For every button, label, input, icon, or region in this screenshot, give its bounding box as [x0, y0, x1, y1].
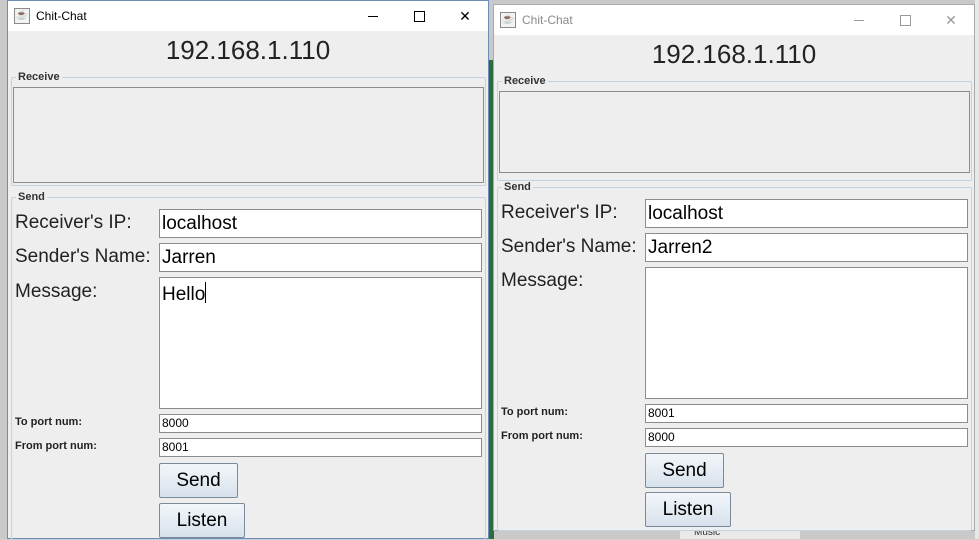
receiver-ip-input[interactable]: localhost [159, 209, 482, 238]
minimize-icon [854, 19, 864, 21]
close-button[interactable]: ✕ [928, 5, 974, 35]
receive-legend: Receive [504, 75, 546, 87]
to-port-label: To port num: [501, 406, 568, 418]
java-cup-icon: ☕ [500, 12, 516, 28]
receive-legend: Receive [18, 71, 60, 83]
send-legend: Send [18, 191, 45, 203]
maximize-icon [899, 14, 911, 26]
send-button[interactable]: Send [645, 453, 724, 488]
from-port-label: From port num: [501, 430, 583, 442]
window-title: Chit-Chat [522, 13, 573, 27]
receive-text-area[interactable] [13, 87, 484, 183]
message-label: Message: [15, 281, 98, 302]
listen-button[interactable]: Listen [159, 503, 245, 538]
window-title: Chit-Chat [36, 9, 87, 23]
listen-button[interactable]: Listen [645, 492, 731, 527]
sender-name-input[interactable]: Jarren [159, 243, 482, 272]
ip-address: 192.168.1.110 [651, 39, 817, 69]
maximize-icon [413, 10, 425, 22]
message-text: Hello [162, 284, 206, 305]
chit-chat-window-1: ☕ Chit-Chat ✕ 192.168.1.110 Receive Send… [7, 0, 489, 540]
text-caret [205, 282, 207, 303]
maximize-button[interactable] [396, 1, 442, 31]
from-port-input[interactable]: 8001 [159, 438, 482, 457]
receiver-ip-label: Receiver's IP: [501, 202, 618, 223]
receive-text-area[interactable] [499, 91, 970, 173]
send-legend: Send [504, 181, 531, 193]
background-window-edge [975, 0, 979, 539]
close-icon: ✕ [945, 11, 957, 28]
minimize-icon [368, 15, 378, 17]
from-port-input[interactable]: 8000 [645, 428, 968, 447]
receiver-ip-label: Receiver's IP: [15, 212, 132, 233]
minimize-button[interactable] [350, 1, 396, 31]
send-button[interactable]: Send [159, 463, 238, 498]
sender-name-input[interactable]: Jarren2 [645, 233, 968, 262]
sender-name-label: Sender's Name: [15, 246, 151, 267]
receiver-ip-input[interactable]: localhost [645, 199, 968, 228]
chit-chat-window-2: ☕ Chit-Chat ✕ 192.168.1.110 Receive Send… [493, 4, 975, 531]
maximize-button[interactable] [882, 5, 928, 35]
minimize-button[interactable] [836, 5, 882, 35]
title-bar[interactable]: ☕ Chit-Chat ✕ [8, 1, 488, 31]
to-port-input[interactable]: 8001 [645, 404, 968, 423]
sender-name-label: Sender's Name: [501, 236, 637, 257]
close-icon: ✕ [459, 7, 471, 24]
to-port-label: To port num: [15, 416, 82, 428]
java-cup-icon: ☕ [14, 8, 30, 24]
to-port-input[interactable]: 8000 [159, 414, 482, 433]
close-button[interactable]: ✕ [442, 1, 488, 31]
title-bar[interactable]: ☕ Chit-Chat ✕ [494, 5, 974, 35]
message-text-area[interactable]: Hello [159, 277, 482, 409]
from-port-label: From port num: [15, 440, 97, 452]
ip-address: 192.168.1.110 [165, 35, 331, 65]
message-label: Message: [501, 270, 584, 291]
message-text-area[interactable] [645, 267, 968, 399]
